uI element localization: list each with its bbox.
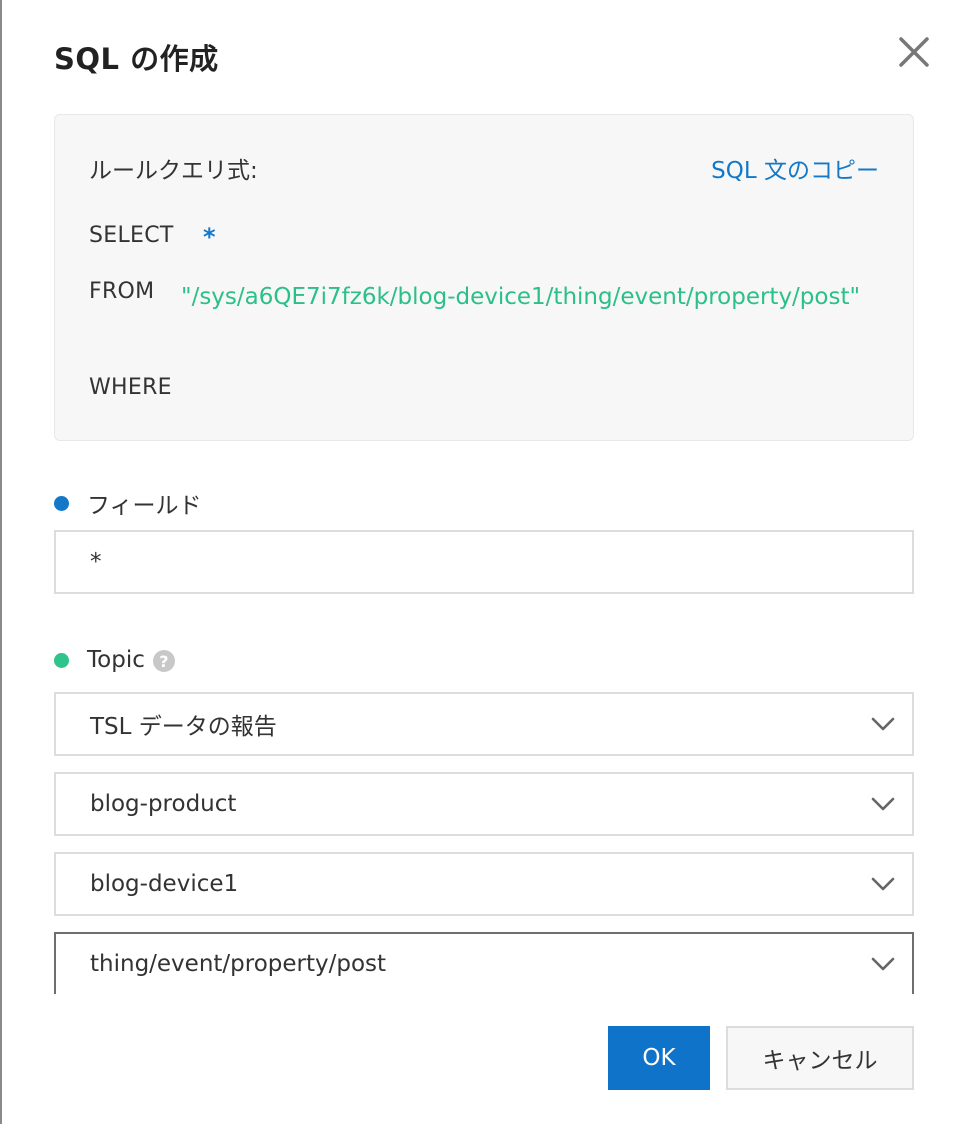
sql-from-keyword: FROM (89, 279, 155, 304)
close-icon (899, 37, 929, 67)
help-icon[interactable]: ? (152, 650, 175, 672)
device-value: blog-device1 (90, 871, 239, 897)
dialog-title: SQL の作成 (54, 42, 219, 76)
field-section-label: フィールド (54, 486, 202, 520)
field-input-value: * (90, 549, 102, 575)
field-input[interactable]: * (54, 530, 914, 594)
topic-path-select[interactable]: thing/event/property/post (54, 932, 914, 994)
topic-label-text: Topic (87, 647, 145, 673)
topic-type-select[interactable]: TSL データの報告 (54, 692, 914, 756)
ok-button[interactable]: OK (608, 1026, 710, 1090)
sql-query-label: ルールクエリ式: (89, 158, 258, 184)
sql-preview-panel: ルールクエリ式: SQL 文のコピー SELECT * FROM "/sys/a… (54, 114, 914, 441)
copy-sql-link[interactable]: SQL 文のコピー (711, 151, 879, 185)
device-select[interactable]: blog-device1 (54, 852, 914, 916)
sql-select-value: * (203, 223, 216, 251)
topic-section-label: Topic ? (54, 647, 175, 673)
sql-select-keyword: SELECT (89, 223, 174, 248)
sql-from-topic: "/sys/a6QE7i7fz6k/blog-device1/thing/eve… (181, 284, 861, 310)
field-label-text: フィールド (87, 493, 202, 519)
cancel-button[interactable]: キャンセル (726, 1026, 914, 1090)
sql-where-keyword: WHERE (89, 375, 172, 400)
product-select[interactable]: blog-product (54, 772, 914, 836)
topic-path-value: thing/event/property/post (90, 951, 387, 977)
chevron-down-icon (871, 717, 895, 731)
chevron-down-icon (871, 957, 895, 971)
field-bullet-icon (54, 495, 69, 511)
product-value: blog-product (90, 791, 237, 817)
chevron-down-icon (871, 797, 895, 811)
close-button[interactable] (894, 34, 934, 74)
chevron-down-icon (871, 877, 895, 891)
topic-type-value: TSL データの報告 (90, 714, 277, 740)
create-sql-dialog: SQL の作成 ルールクエリ式: SQL 文のコピー SELECT * FROM… (0, 0, 960, 1124)
topic-bullet-icon (54, 652, 69, 668)
